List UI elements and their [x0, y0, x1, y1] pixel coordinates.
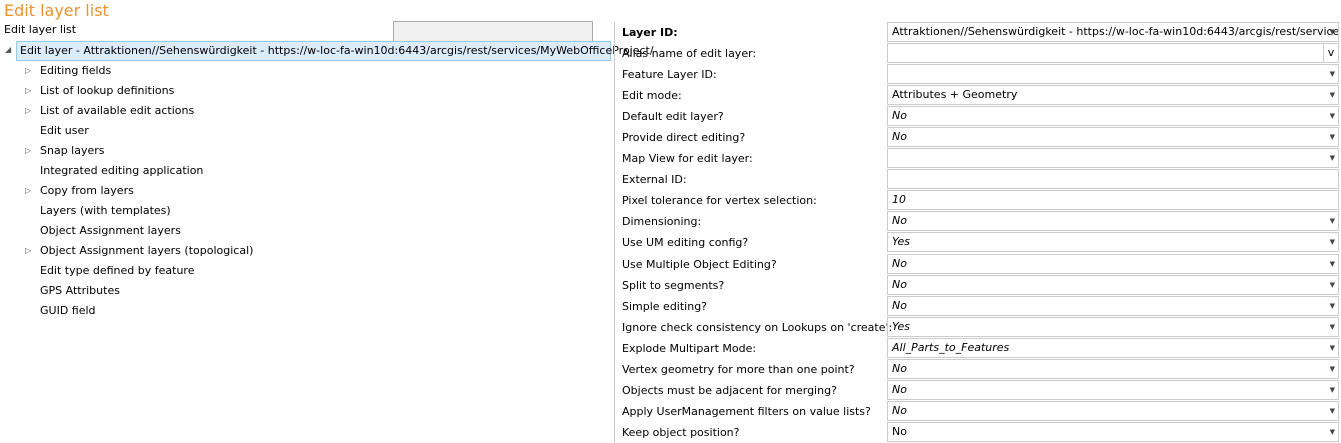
chevron-down-icon[interactable]: ▼	[1330, 212, 1335, 230]
tree-item[interactable]: Edit type defined by feature	[40, 261, 194, 281]
page-title: Edit layer list	[4, 1, 109, 20]
tree-item[interactable]: Object Assignment layers	[40, 221, 181, 241]
chevron-down-icon[interactable]: ▼	[1330, 107, 1335, 125]
property-label: Alias name of edit layer:	[622, 47, 757, 61]
property-dropdown[interactable]: No ▼	[887, 421, 1339, 442]
property-label: Use Multiple Object Editing?	[622, 257, 777, 271]
panel-divider[interactable]	[614, 22, 615, 443]
tree-item[interactable]: Integrated editing application	[40, 161, 203, 181]
property-label: Edit mode:	[622, 89, 682, 103]
property-dropdown[interactable]: ▼	[887, 148, 1339, 169]
property-value: No	[892, 214, 907, 228]
chevron-down-icon[interactable]: ▼	[1330, 233, 1335, 251]
property-input[interactable]	[887, 169, 1339, 190]
property-value: No	[892, 109, 907, 123]
property-label: Layer ID:	[622, 26, 678, 39]
chevron-down-icon[interactable]: ▼	[1330, 86, 1335, 104]
expand-icon[interactable]: ▷	[25, 106, 31, 115]
chevron-down-icon[interactable]: ▼	[1330, 255, 1335, 273]
chevron-down-icon[interactable]: ▼	[1330, 276, 1335, 294]
tree-item[interactable]: List of lookup definitions	[40, 81, 174, 101]
property-value: 10	[892, 193, 906, 207]
property-value: No	[892, 361, 907, 375]
property-dropdown[interactable]: Yes ▼	[887, 316, 1339, 337]
property-label: Pixel tolerance for vertex selection:	[622, 194, 817, 208]
value-picker-button[interactable]: v	[1323, 44, 1338, 63]
property-value: No	[892, 130, 907, 144]
property-label: Vertex geometry for more than one point?	[622, 362, 855, 376]
tree-item[interactable]: Layers (with templates)	[40, 201, 171, 221]
property-label: Use UM editing config?	[622, 236, 749, 250]
tree-root-edit-layer[interactable]: Edit layer - Attraktionen//Sehenswürdigk…	[16, 41, 654, 61]
property-dropdown[interactable]: All_Parts_to_Features ▼	[887, 337, 1339, 358]
chevron-down-icon[interactable]: ▼	[1330, 381, 1335, 399]
expand-icon[interactable]: ▷	[25, 246, 31, 255]
expand-icon[interactable]: ▷	[25, 86, 31, 95]
collapse-icon[interactable]: ◢	[5, 45, 11, 54]
property-dropdown[interactable]: No ▼	[887, 127, 1339, 148]
chevron-down-icon[interactable]: ▼	[1330, 23, 1335, 41]
property-input[interactable]: 10	[887, 190, 1339, 211]
property-value: No	[892, 403, 907, 417]
tree-item[interactable]: Snap layers	[40, 141, 105, 161]
property-label: Keep object position?	[622, 425, 740, 439]
expand-icon[interactable]: ▷	[25, 186, 31, 195]
property-dropdown[interactable]: No ▼	[887, 253, 1339, 274]
property-label: Objects must be adjacent for merging?	[622, 383, 837, 397]
property-value: No	[892, 298, 907, 312]
chevron-down-icon[interactable]: ▼	[1330, 128, 1335, 146]
expand-icon[interactable]: ▷	[25, 66, 31, 75]
property-label: Explode Multipart Mode:	[622, 341, 757, 355]
property-value: No	[892, 256, 907, 270]
chevron-down-icon[interactable]: ▼	[1330, 402, 1335, 420]
property-label: Apply UserManagement filters on value li…	[622, 404, 871, 418]
property-value: No	[892, 277, 907, 291]
property-value: Yes	[892, 235, 911, 249]
property-dropdown[interactable]: No ▼	[887, 211, 1339, 232]
property-label: External ID:	[622, 173, 687, 187]
property-value: No	[892, 382, 907, 396]
chevron-down-icon[interactable]: ▼	[1330, 339, 1335, 357]
filter-input[interactable]	[393, 21, 593, 42]
property-label: Map View for edit layer:	[622, 152, 753, 166]
tree-item[interactable]: Edit user	[40, 121, 89, 141]
tree-item[interactable]: Copy from layers	[40, 181, 134, 201]
property-dropdown[interactable]: No ▼	[887, 358, 1339, 379]
property-value: Attraktionen//Sehenswürdigkeit - https:/…	[892, 25, 1339, 38]
property-dropdown[interactable]: Yes ▼	[887, 232, 1339, 253]
property-dropdown[interactable]: Attraktionen//Sehenswürdigkeit - https:/…	[887, 22, 1339, 42]
property-label: Ignore check consistency on Lookups on '…	[622, 320, 893, 334]
tree-item[interactable]: Object Assignment layers (topological)	[40, 241, 253, 261]
property-value: All_Parts_to_Features	[892, 340, 1010, 354]
chevron-down-icon[interactable]: ▼	[1330, 65, 1335, 83]
property-label: Provide direct editing?	[622, 131, 746, 145]
property-input[interactable]: v	[887, 43, 1339, 64]
property-dropdown[interactable]: Attributes + Geometry ▼	[887, 85, 1339, 106]
section-label: Edit layer list	[4, 23, 77, 36]
property-label: Feature Layer ID:	[622, 68, 717, 82]
property-label: Split to segments?	[622, 278, 725, 292]
property-value: Attributes + Geometry	[892, 88, 1018, 102]
property-dropdown[interactable]: No ▼	[887, 295, 1339, 316]
property-label: Dimensioning:	[622, 215, 702, 229]
property-label: Simple editing?	[622, 299, 708, 313]
chevron-down-icon[interactable]: ▼	[1330, 423, 1335, 441]
tree-item[interactable]: Editing fields	[40, 61, 111, 81]
chevron-down-icon[interactable]: ▼	[1330, 360, 1335, 378]
property-dropdown[interactable]: ▼	[887, 64, 1339, 85]
chevron-down-icon[interactable]: ▼	[1330, 297, 1335, 315]
property-dropdown[interactable]: No ▼	[887, 106, 1339, 127]
property-dropdown[interactable]: No ▼	[887, 400, 1339, 421]
property-value: No	[892, 424, 907, 438]
expand-icon[interactable]: ▷	[25, 146, 31, 155]
property-label: Default edit layer?	[622, 110, 724, 124]
property-dropdown[interactable]: No ▼	[887, 274, 1339, 295]
chevron-down-icon[interactable]: ▼	[1330, 149, 1335, 167]
property-dropdown[interactable]: No ▼	[887, 379, 1339, 400]
tree-item[interactable]: GUID field	[40, 301, 96, 321]
chevron-down-icon[interactable]: ▼	[1330, 318, 1335, 336]
tree-item[interactable]: List of available edit actions	[40, 101, 194, 121]
property-value: Yes	[892, 319, 911, 333]
tree-item[interactable]: GPS Attributes	[40, 281, 120, 301]
